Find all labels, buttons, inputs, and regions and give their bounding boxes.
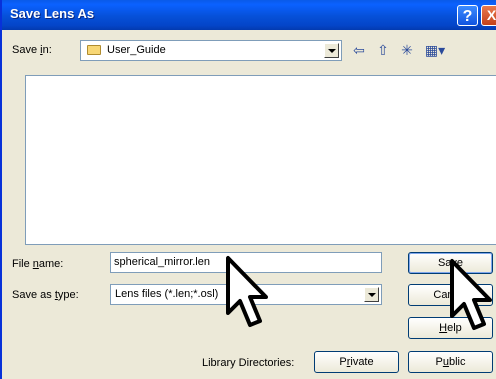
up-folder-icon[interactable]: ⇧ <box>374 41 392 59</box>
chevron-down-icon[interactable] <box>324 43 339 58</box>
title-help-button[interactable]: ? <box>457 5 478 26</box>
save-in-value: User_Guide <box>107 44 166 56</box>
library-directories-label: Library Directories: <box>202 357 295 369</box>
view-menu-icon[interactable]: ▦▾ <box>422 41 448 59</box>
save-as-type-label: Save as type: <box>12 289 79 301</box>
mouse-pointer-icon <box>226 256 268 327</box>
file-name-label: File name: <box>12 258 64 270</box>
file-list[interactable] <box>25 75 496 245</box>
new-folder-icon[interactable]: ✳ <box>398 41 416 59</box>
title-bar[interactable]: Save Lens As ? X <box>2 0 496 30</box>
private-button[interactable]: Private <box>314 351 399 373</box>
save-in-label: Save in: <box>12 44 52 56</box>
back-arrow-icon[interactable]: ⇦ <box>350 41 368 59</box>
folder-icon <box>87 45 101 55</box>
file-name-value: spherical_mirror.len <box>114 256 210 268</box>
save-lens-dialog: Save Lens As ? X Save in: User_Guide ⇦ ⇧… <box>0 0 496 379</box>
save-as-type-value: Lens files (*.len;*.osl) <box>115 288 219 300</box>
close-button[interactable]: X <box>481 5 496 26</box>
window-title: Save Lens As <box>10 6 95 21</box>
mouse-pointer-icon <box>450 259 492 330</box>
public-button[interactable]: Public <box>408 351 493 373</box>
chevron-down-icon[interactable] <box>364 287 379 302</box>
save-in-dropdown[interactable]: User_Guide <box>80 40 342 61</box>
